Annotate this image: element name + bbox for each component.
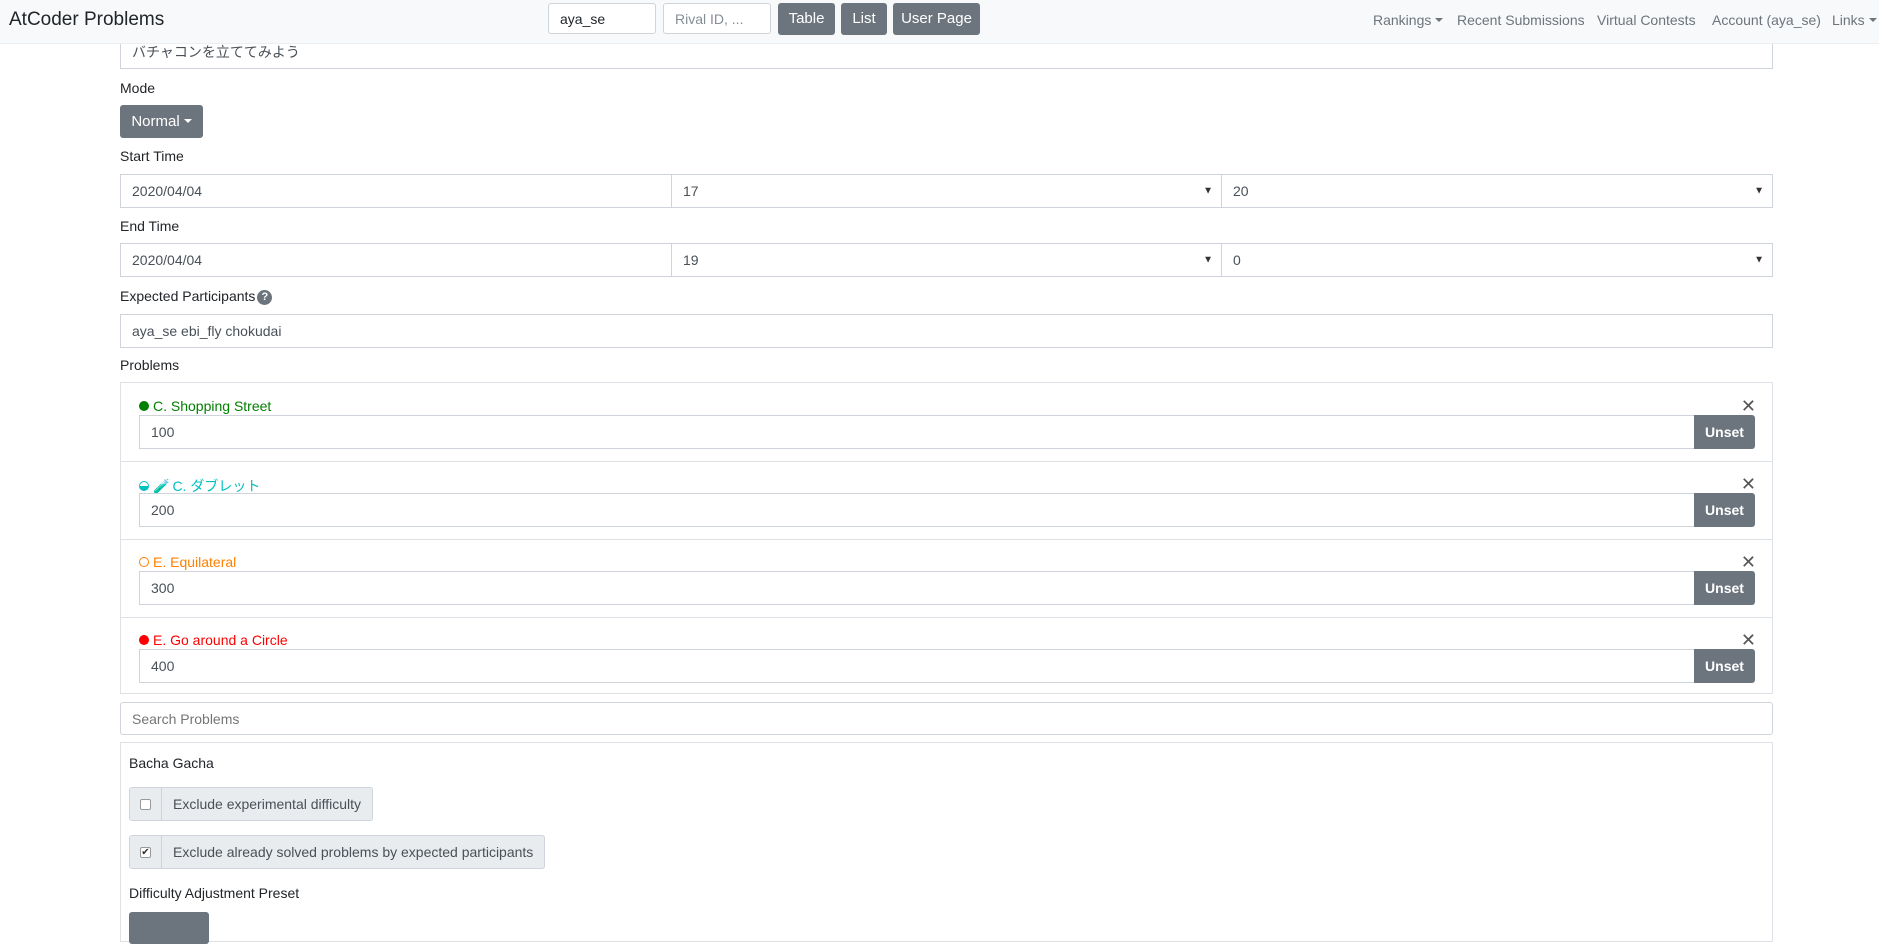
end-date-input[interactable]: 2020/04/04 — [120, 243, 672, 277]
bacha-gacha-title: Bacha Gacha — [129, 755, 214, 771]
problem-point-input[interactable]: 100 — [139, 415, 1695, 449]
links-dropdown[interactable]: Links — [1832, 12, 1877, 28]
exclude-solved-toggle[interactable]: ✔ Exclude already solved problems by exp… — [129, 835, 546, 869]
start-date-value: 2020/04/04 — [132, 183, 203, 199]
exclude-experimental-checkbox[interactable] — [140, 798, 151, 810]
problem-item: E. Go around a Circle ✕ 400 Unset — [121, 617, 1772, 695]
contest-title-value: バチャコンを立ててみよう — [132, 44, 300, 60]
user-id-input[interactable] — [548, 3, 656, 34]
problem-item: E. Equilateral ✕ 300 Unset — [121, 539, 1772, 617]
exclude-experimental-label: Exclude experimental difficulty — [173, 796, 362, 812]
rankings-dropdown[interactable]: Rankings — [1373, 12, 1444, 28]
difficulty-circle-icon — [139, 635, 149, 645]
chevron-down-icon — [1868, 18, 1877, 22]
unset-button[interactable]: Unset — [1694, 571, 1755, 605]
end-minute-select[interactable]: 0 ▼ — [1221, 243, 1773, 277]
mode-label: Mode — [120, 80, 156, 96]
rival-id-input[interactable] — [663, 3, 771, 34]
problem-item: 🧪 C. ダブレット ✕ 200 Unset — [121, 461, 1772, 539]
problem-title-link[interactable]: E. Go around a Circle — [139, 632, 288, 648]
problem-point: 200 — [151, 502, 175, 518]
start-hour-select[interactable]: 17 ▼ — [671, 174, 1222, 208]
problem-point: 300 — [151, 580, 175, 596]
problem-point-input[interactable]: 300 — [139, 571, 1695, 605]
chevron-down-icon: ▼ — [1754, 185, 1764, 197]
problems-label: Problems — [120, 357, 180, 373]
problem-title-link[interactable]: E. Equilateral — [139, 554, 236, 570]
virtual-contests-link[interactable]: Virtual Contests — [1597, 12, 1696, 28]
problem-title-link[interactable]: C. Shopping Street — [139, 398, 271, 414]
exclude-solved-checkbox[interactable]: ✔ — [140, 846, 151, 858]
participants-label-text: Expected Participants — [120, 288, 256, 304]
unset-button[interactable]: Unset — [1694, 415, 1755, 449]
rankings-label: Rankings — [1373, 12, 1432, 28]
start-date-input[interactable]: 2020/04/04 — [120, 174, 672, 208]
start-hour-value: 17 — [683, 183, 699, 199]
user-page-button[interactable]: User Page — [893, 3, 980, 35]
end-date-value: 2020/04/04 — [132, 252, 203, 268]
chevron-down-icon: ▼ — [1203, 185, 1213, 197]
problem-point: 100 — [151, 424, 175, 440]
problem-title: E. Go around a Circle — [153, 632, 288, 648]
problem-item: C. Shopping Street ✕ 100 Unset — [121, 383, 1772, 461]
help-icon[interactable]: ? — [257, 290, 273, 305]
problem-point: 400 — [151, 658, 175, 674]
end-time-label: End Time — [120, 218, 180, 234]
search-problems-input[interactable] — [120, 702, 1773, 735]
recent-submissions-link[interactable]: Recent Submissions — [1457, 12, 1585, 28]
start-minute-select[interactable]: 20 ▼ — [1221, 174, 1773, 208]
brand-link[interactable]: AtCoder Problems — [9, 9, 164, 31]
mode-dropdown[interactable]: Normal — [120, 105, 203, 138]
close-icon[interactable]: ✕ — [1741, 553, 1756, 571]
unset-button[interactable]: Unset — [1694, 493, 1755, 527]
difficulty-circle-icon — [139, 481, 149, 491]
unset-button[interactable]: Unset — [1694, 649, 1755, 683]
checkbox-cell: ✔ — [130, 836, 162, 868]
chevron-down-icon — [183, 119, 192, 123]
problem-point-input[interactable]: 400 — [139, 649, 1695, 683]
problem-title: E. Equilateral — [153, 554, 237, 570]
start-minute-value: 20 — [1233, 183, 1249, 199]
start-time-label: Start Time — [120, 148, 184, 164]
participants-value: aya_se ebi_fly chokudai — [132, 323, 282, 339]
bacha-gacha-panel: Bacha Gacha Exclude experimental difficu… — [120, 742, 1773, 944]
close-icon[interactable]: ✕ — [1741, 631, 1756, 649]
difficulty-preset-dropdown[interactable] — [129, 912, 209, 944]
participants-input[interactable]: aya_se ebi_fly chokudai — [120, 314, 1773, 348]
problem-title: C. ダブレット — [172, 478, 261, 494]
table-button[interactable]: Table — [778, 3, 835, 35]
mode-value: Normal — [131, 113, 180, 130]
difficulty-circle-icon — [139, 401, 149, 411]
end-hour-value: 19 — [683, 252, 699, 268]
chevron-down-icon: ▼ — [1754, 254, 1764, 266]
account-link[interactable]: Account (aya_se) — [1712, 12, 1821, 28]
end-hour-select[interactable]: 19 ▼ — [671, 243, 1222, 277]
exclude-experimental-toggle[interactable]: Exclude experimental difficulty — [129, 787, 374, 821]
checkbox-cell — [130, 788, 162, 820]
chevron-down-icon — [1435, 18, 1444, 22]
test-tube-icon: 🧪 — [153, 478, 171, 494]
exclude-solved-label: Exclude already solved problems by expec… — [173, 844, 534, 860]
participants-label: Expected Participants? — [120, 288, 273, 305]
list-button[interactable]: List — [841, 3, 887, 35]
chevron-down-icon: ▼ — [1203, 254, 1213, 266]
close-icon[interactable]: ✕ — [1741, 475, 1756, 493]
problems-list: C. Shopping Street ✕ 100 Unset 🧪 C. ダブレット… — [120, 382, 1773, 694]
close-icon[interactable]: ✕ — [1741, 397, 1756, 415]
difficulty-preset-label: Difficulty Adjustment Preset — [129, 885, 300, 901]
navbar: AtCoder Problems Table List User Page Ra… — [0, 0, 1879, 44]
problem-title: C. Shopping Street — [153, 398, 272, 414]
difficulty-circle-icon — [139, 557, 149, 567]
problem-point-input[interactable]: 200 — [139, 493, 1695, 527]
end-minute-value: 0 — [1233, 252, 1241, 268]
links-label: Links — [1832, 12, 1865, 28]
